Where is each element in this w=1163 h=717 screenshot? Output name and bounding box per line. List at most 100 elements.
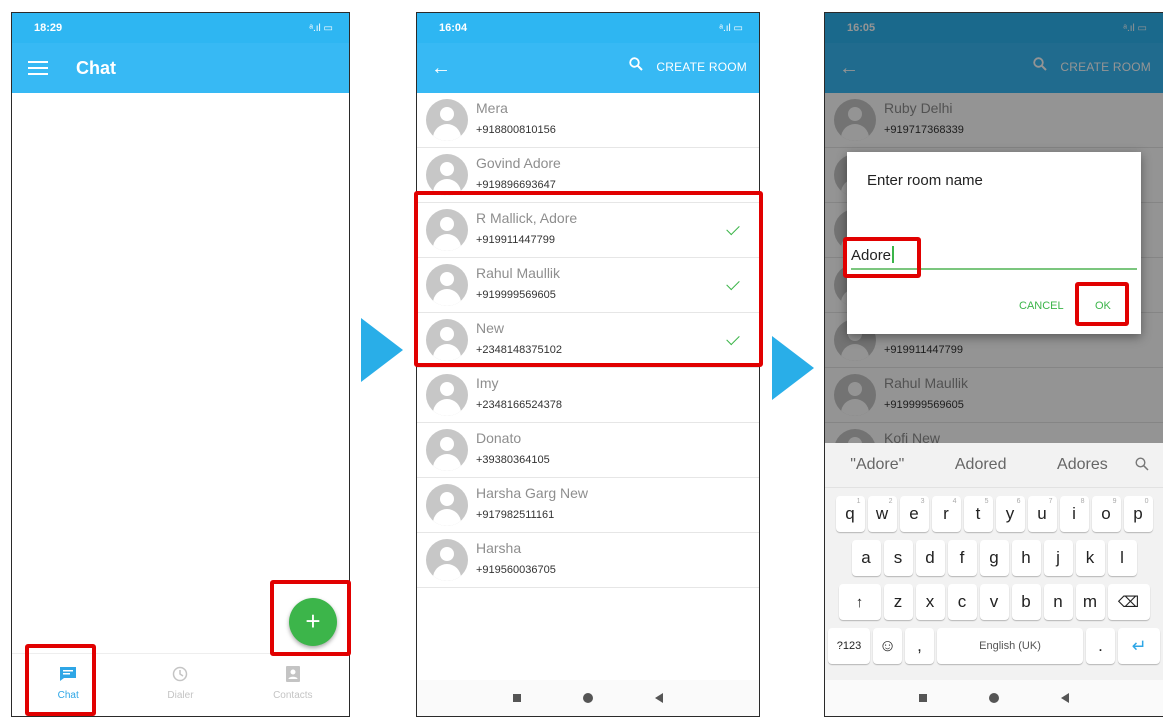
contact-name: Imy: [476, 375, 499, 391]
contact-row[interactable]: Imy +2348166524378: [417, 368, 759, 423]
key-p[interactable]: p0: [1123, 496, 1153, 532]
chat-tab-highlight-box: [25, 644, 96, 716]
status-bar: 16:04 ᵃ.ıl ▭: [417, 13, 759, 43]
status-time: 16:04: [439, 22, 468, 34]
step-arrow-icon: [772, 336, 814, 400]
key-label: i: [1072, 504, 1076, 523]
keyboard-row-4: ?123 ☺ , English (UK) . ↵: [825, 628, 1163, 664]
key-k[interactable]: k: [1075, 540, 1105, 576]
enter-key[interactable]: ↵: [1118, 628, 1160, 664]
key-hint: 3: [920, 498, 925, 505]
avatar: [426, 484, 468, 526]
avatar: [426, 99, 468, 141]
page-title: Chat: [76, 57, 116, 78]
avatar: [426, 539, 468, 581]
key-i[interactable]: i8: [1059, 496, 1089, 532]
key-q[interactable]: q1: [835, 496, 865, 532]
contact-row[interactable]: Harsha Garg New +917982511161: [417, 478, 759, 533]
home-button[interactable]: [989, 693, 999, 703]
suggestion-item[interactable]: "Adore": [850, 456, 904, 474]
contact-phone: +919896693647: [476, 179, 556, 191]
avatar: [426, 429, 468, 471]
comma-key[interactable]: ,: [905, 628, 934, 664]
backspace-key[interactable]: ⌫: [1107, 584, 1150, 620]
home-button[interactable]: [583, 693, 593, 703]
key-s[interactable]: s: [883, 540, 913, 576]
contact-name: Govind Adore: [476, 155, 561, 171]
key-w[interactable]: w2: [867, 496, 897, 532]
create-room-button[interactable]: CREATE ROOM: [656, 60, 747, 74]
keyboard-row-3: ↑ zxcvbnm ⌫: [825, 584, 1163, 620]
search-icon[interactable]: [1135, 457, 1149, 471]
suggestion-item[interactable]: Adores: [1057, 456, 1108, 474]
key-hint: 5: [984, 498, 989, 505]
key-l[interactable]: l: [1107, 540, 1137, 576]
key-hint: 0: [1144, 498, 1149, 505]
symbols-key[interactable]: ?123: [828, 628, 870, 664]
status-time: 18:29: [34, 22, 63, 34]
key-label: o: [1101, 504, 1111, 523]
app-bar: ← CREATE ROOM: [417, 43, 759, 93]
room-name-screen: 16:05 ᵃ.ıl ▭ ← CREATE ROOM Ruby Delhi +91…: [824, 12, 1163, 717]
contact-phone: +39380364105: [476, 454, 550, 466]
contact-name: Harsha Garg New: [476, 485, 589, 501]
key-hint: 4: [952, 498, 957, 505]
signal-battery-icon: ᵃ.ıl ▭: [719, 22, 743, 34]
nav-tab-dialer[interactable]: Dialer: [124, 654, 236, 716]
key-g[interactable]: g: [979, 540, 1009, 576]
signal-battery-icon: ᵃ.ıl ▭: [309, 22, 333, 34]
contact-row[interactable]: Harsha +919560036705: [417, 533, 759, 588]
key-hint: 6: [1016, 498, 1021, 505]
cancel-button[interactable]: CANCEL: [1019, 300, 1064, 312]
menu-icon[interactable]: [28, 61, 48, 75]
recents-button[interactable]: [919, 694, 927, 702]
back-button[interactable]: [655, 693, 663, 703]
period-key[interactable]: .: [1086, 628, 1115, 664]
recents-button[interactable]: [513, 694, 521, 702]
search-icon[interactable]: [629, 57, 643, 71]
contact-phone: +918800810156: [476, 124, 556, 136]
key-a[interactable]: a: [851, 540, 881, 576]
suggestion-item[interactable]: Adored: [955, 456, 1007, 474]
ok-highlight-box: [1075, 282, 1129, 326]
contact-row[interactable]: Mera +918800810156: [417, 93, 759, 148]
emoji-key[interactable]: ☺: [873, 628, 902, 664]
key-h[interactable]: h: [1011, 540, 1041, 576]
contact-phone: +917982511161: [476, 509, 555, 521]
key-hint: 8: [1080, 498, 1085, 505]
key-t[interactable]: t5: [963, 496, 993, 532]
letter-keys: zxcvbnm: [883, 584, 1105, 620]
key-r[interactable]: r4: [931, 496, 961, 532]
fab-highlight-box: [270, 580, 351, 656]
history-icon: [173, 666, 188, 682]
key-u[interactable]: u7: [1027, 496, 1057, 532]
app-bar: Chat: [12, 43, 349, 93]
key-v[interactable]: v: [979, 584, 1009, 620]
contact-name: Mera: [476, 100, 508, 116]
key-e[interactable]: e3: [899, 496, 929, 532]
space-key[interactable]: English (UK): [937, 628, 1083, 664]
key-x[interactable]: x: [915, 584, 945, 620]
key-m[interactable]: m: [1075, 584, 1105, 620]
back-button[interactable]: [1061, 693, 1069, 703]
back-arrow-icon[interactable]: ←: [431, 57, 451, 80]
key-label: u: [1037, 504, 1047, 523]
system-nav-bar: [417, 680, 759, 716]
key-j[interactable]: j: [1043, 540, 1073, 576]
soft-keyboard: "Adore" Adored Adores q1w2e3r4t5y6u7i8o9…: [825, 443, 1163, 682]
key-d[interactable]: d: [915, 540, 945, 576]
key-z[interactable]: z: [883, 584, 913, 620]
key-c[interactable]: c: [947, 584, 977, 620]
key-hint: 9: [1112, 498, 1117, 505]
shift-key[interactable]: ↑: [838, 584, 881, 620]
key-n[interactable]: n: [1043, 584, 1073, 620]
avatar: [426, 154, 468, 196]
avatar: [426, 374, 468, 416]
contact-row[interactable]: Donato +39380364105: [417, 423, 759, 478]
key-b[interactable]: b: [1011, 584, 1041, 620]
key-o[interactable]: o9: [1091, 496, 1121, 532]
keyboard-row-1: q1w2e3r4t5y6u7i8o9p0: [825, 496, 1163, 532]
key-f[interactable]: f: [947, 540, 977, 576]
key-y[interactable]: y6: [995, 496, 1025, 532]
nav-tab-contacts[interactable]: Contacts: [237, 654, 349, 716]
